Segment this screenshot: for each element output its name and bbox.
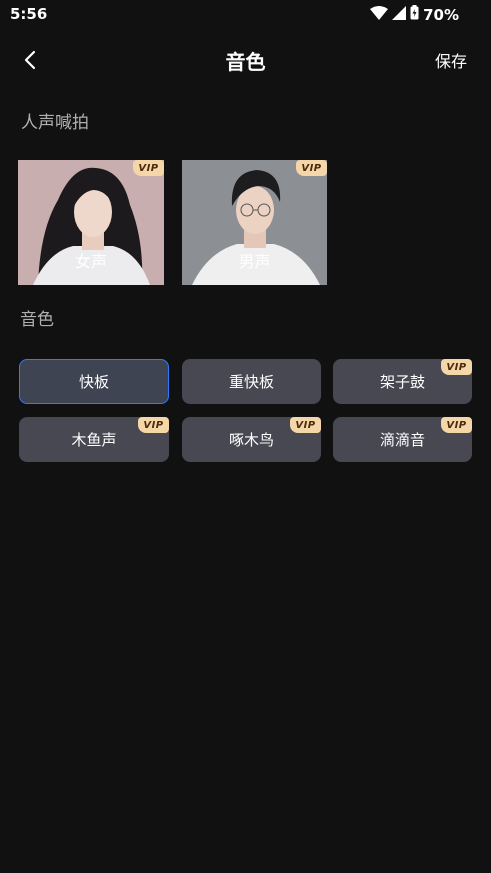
tone-option-kuaiban[interactable]: 快板 [19, 359, 169, 404]
tone-option-drip-sound[interactable]: 滴滴音 VIP [333, 417, 472, 462]
voice-card-label: 男声 [238, 252, 271, 271]
vip-badge: VIP [138, 417, 169, 433]
save-button[interactable]: 保存 [435, 48, 467, 72]
status-time: 5:56 [10, 5, 48, 23]
vocal-section-title: 人声喊拍 [21, 113, 89, 133]
page-title: 音色 [225, 50, 266, 74]
signal-icon [392, 5, 407, 24]
vip-badge: VIP [441, 359, 472, 375]
tone-option-woodpecker[interactable]: 啄木鸟 VIP [182, 417, 321, 462]
voice-card-label: 女声 [74, 252, 107, 271]
tone-option-drum-kit[interactable]: 架子鼓 VIP [333, 359, 472, 404]
voice-card-male[interactable]: 男声 VIP [182, 160, 327, 285]
vip-badge: VIP [296, 160, 327, 176]
battery-percent: 70% [423, 5, 459, 24]
vip-badge: VIP [441, 417, 472, 433]
vip-badge: VIP [290, 417, 321, 433]
voice-card-female[interactable]: 女声 VIP [18, 160, 164, 285]
tone-option-zhongkuaiban[interactable]: 重快板 [182, 359, 321, 404]
tone-section-title: 音色 [20, 310, 54, 330]
battery-icon [410, 5, 419, 24]
tone-option-wooden-fish[interactable]: 木鱼声 VIP [19, 417, 169, 462]
status-icons: 70% [370, 5, 459, 24]
vip-badge: VIP [133, 160, 164, 176]
nav-bar: 音色 保存 [0, 38, 491, 82]
wifi-icon [370, 5, 389, 24]
status-bar: 5:56 70% [0, 0, 491, 30]
